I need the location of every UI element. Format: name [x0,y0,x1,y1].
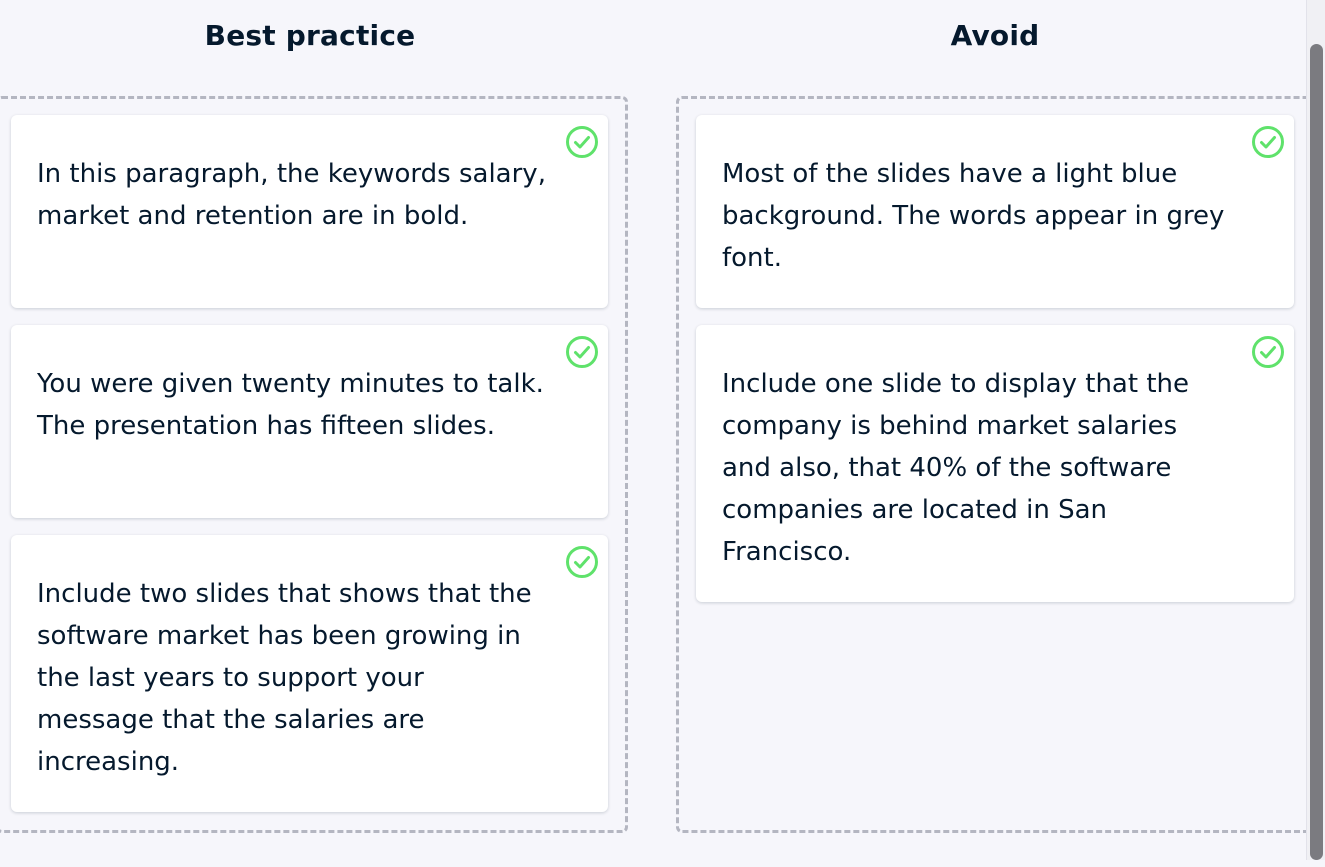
check-circle-icon [1252,336,1284,368]
card-text: You were given twenty minutes to talk. T… [37,369,544,441]
check-circle-icon [566,546,598,578]
card-text: In this paragraph, the keywords salary, … [37,159,546,231]
best-practice-heading: Best practice [204,19,416,52]
drag-drop-exercise: Best practice Avoid In this paragraph, t… [0,0,1325,867]
avoid-heading: Avoid [950,19,1040,52]
check-circle-icon [1252,126,1284,158]
check-circle-icon [566,126,598,158]
draggable-card[interactable]: In this paragraph, the keywords salary, … [11,115,608,308]
scrollbar-thumb[interactable] [1310,44,1323,860]
draggable-card[interactable]: Most of the slides have a light blue bac… [696,115,1294,308]
check-circle-icon [566,336,598,368]
card-text: Include one slide to display that the co… [722,369,1189,567]
draggable-card[interactable]: You were given twenty minutes to talk. T… [11,325,608,518]
card-text: Most of the slides have a light blue bac… [722,159,1225,273]
card-text: Include two slides that shows that the s… [37,579,532,777]
draggable-card[interactable]: Include one slide to display that the co… [696,325,1294,602]
draggable-card[interactable]: Include two slides that shows that the s… [11,535,608,812]
